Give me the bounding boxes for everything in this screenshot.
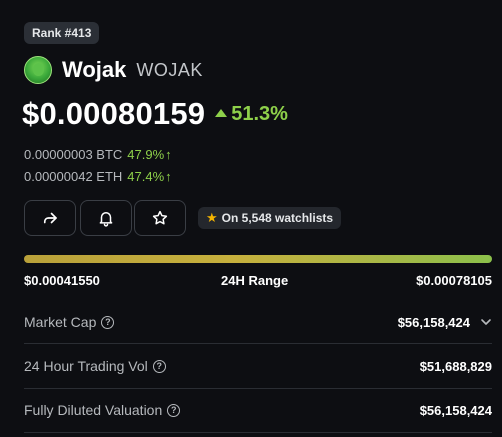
- star-icon: [152, 210, 168, 225]
- price-change-value: 51.3%: [231, 102, 288, 125]
- arrow-up-icon: ↑: [165, 168, 172, 184]
- share-icon: [43, 212, 57, 224]
- watchlist-count-badge: ★ On 5,548 watchlists: [198, 207, 342, 229]
- eth-change: 47.4%: [127, 168, 165, 184]
- stat-value-market-cap: $56,158,424: [398, 315, 492, 330]
- wojak-logo-icon: [24, 56, 52, 84]
- btc-amount: 0.00000003 BTC: [24, 146, 123, 162]
- stat-label-trading-volume: 24 Hour Trading Vol ?: [24, 358, 166, 374]
- stat-value-text: $51,688,829: [419, 358, 492, 374]
- help-icon[interactable]: ?: [167, 403, 181, 417]
- stat-trading-volume: 24 Hour Trading Vol ? $51,688,829: [24, 344, 492, 388]
- stat-label-text: 24 Hour Trading Vol: [24, 358, 148, 374]
- range-label: 24H Range: [221, 273, 289, 288]
- btc-conversion: 0.00000003 BTC 47.9% ↑: [24, 145, 172, 163]
- help-icon[interactable]: ?: [152, 359, 166, 373]
- price-alert-button[interactable]: [80, 200, 132, 236]
- watchlist-count: On 5,548 watchlists: [221, 211, 334, 225]
- range-low: $0.00041550: [24, 273, 100, 288]
- star-filled-icon: ★: [206, 210, 218, 225]
- divider: [24, 432, 492, 433]
- rank-badge: Rank #413: [24, 22, 100, 44]
- eth-amount: 0.00000042 ETH: [24, 168, 123, 184]
- stat-value-fdv: $56,158,424: [420, 403, 492, 418]
- price-row: $0.00080159 51.3%: [22, 94, 288, 134]
- stat-fully-diluted-valuation: Fully Diluted Valuation ? $56,158,424: [24, 388, 492, 432]
- arrow-up-icon: ↑: [165, 146, 172, 162]
- coin-symbol: WOJAK: [136, 59, 203, 80]
- btc-change: 47.9%: [127, 146, 165, 162]
- stat-value-trading-volume: $51,688,829: [420, 359, 492, 374]
- caret-up-icon: [215, 109, 228, 117]
- 24h-range-bar: [24, 255, 492, 263]
- coin-name: Wojak: [62, 57, 127, 82]
- 24h-range-labels: $0.00041550 24H Range $0.00078105: [24, 273, 492, 289]
- stat-label-fdv: Fully Diluted Valuation ?: [24, 402, 181, 418]
- price-change: 51.3%: [215, 103, 288, 126]
- stat-value-text: $56,158,424: [397, 314, 470, 330]
- stat-value-text: $56,158,424: [419, 402, 492, 418]
- range-high: $0.00078105: [416, 273, 492, 288]
- stat-market-cap[interactable]: Market Cap ? $56,158,424: [24, 300, 492, 344]
- stat-label-text: Fully Diluted Valuation: [24, 402, 163, 418]
- eth-conversion: 0.00000042 ETH 47.4% ↑: [24, 167, 172, 185]
- share-button[interactable]: [24, 200, 76, 236]
- coin-header: Wojak WOJAK: [24, 55, 203, 85]
- bell-icon: [99, 212, 113, 227]
- add-watchlist-button[interactable]: [134, 200, 186, 236]
- stat-label-text: Market Cap: [24, 314, 97, 330]
- chevron-down-icon[interactable]: [480, 316, 492, 328]
- help-icon[interactable]: ?: [101, 315, 115, 329]
- stat-label-market-cap: Market Cap ?: [24, 314, 115, 330]
- current-price: $0.00080159: [22, 96, 206, 131]
